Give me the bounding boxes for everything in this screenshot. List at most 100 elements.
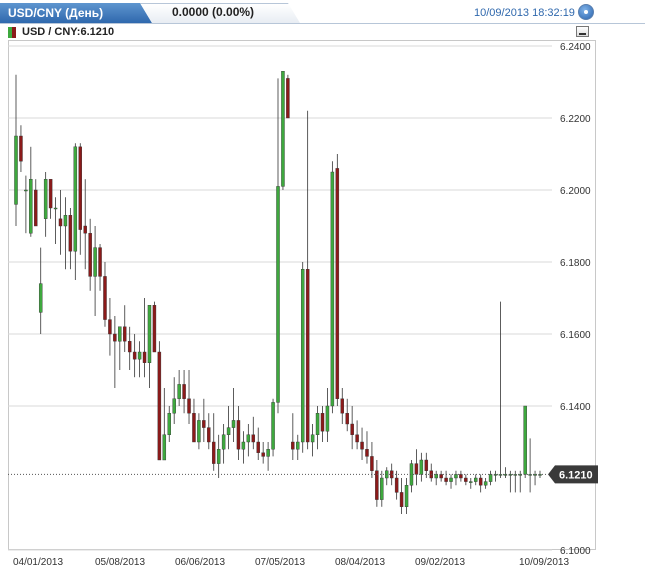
candle-body bbox=[231, 420, 236, 428]
candle-body bbox=[296, 441, 300, 450]
x-tick-label: 08/04/2013 bbox=[335, 557, 385, 568]
candle-body bbox=[152, 305, 157, 353]
candle-body bbox=[108, 319, 112, 335]
candle-body bbox=[454, 474, 458, 479]
candle-body bbox=[469, 481, 473, 483]
candles bbox=[8, 70, 548, 514]
candle-body bbox=[93, 247, 97, 277]
x-tick-label: 09/02/2013 bbox=[415, 557, 465, 568]
candle-body bbox=[73, 146, 78, 252]
candle-body bbox=[246, 434, 251, 443]
candle-body bbox=[192, 413, 196, 443]
y-tick-label: 6.1000 bbox=[560, 546, 591, 557]
candle-body bbox=[212, 441, 216, 464]
candle-body bbox=[24, 189, 28, 192]
candle-body bbox=[380, 477, 384, 500]
candle-body bbox=[350, 423, 354, 436]
candle-body bbox=[345, 413, 349, 425]
candle-body bbox=[315, 413, 320, 436]
candle-body bbox=[83, 225, 87, 234]
candle-body bbox=[113, 333, 117, 342]
candle-body bbox=[478, 477, 483, 486]
candle-body bbox=[370, 456, 374, 471]
candle-body bbox=[365, 449, 369, 457]
candle-body bbox=[266, 449, 270, 457]
y-tick-label: 6.1400 bbox=[560, 402, 591, 413]
candle-body bbox=[241, 441, 246, 450]
candle-body bbox=[271, 402, 275, 450]
candle-body bbox=[300, 269, 305, 443]
candle-body bbox=[14, 135, 18, 205]
candle-body bbox=[310, 434, 315, 443]
candle-body bbox=[202, 420, 206, 428]
candle-body bbox=[375, 470, 379, 500]
candle-body bbox=[474, 477, 478, 482]
candle-body bbox=[162, 434, 167, 461]
y-tick-label: 6.2200 bbox=[560, 114, 591, 125]
candle-body bbox=[187, 398, 191, 414]
candle-body bbox=[197, 420, 201, 443]
candle-body bbox=[330, 171, 335, 407]
candle-body bbox=[221, 434, 226, 450]
candle-body bbox=[286, 78, 290, 119]
candle-body bbox=[523, 405, 527, 475]
candle-body bbox=[424, 459, 429, 472]
candle-body bbox=[34, 189, 38, 227]
candle-body bbox=[335, 168, 340, 399]
y-tick-label: 6.1600 bbox=[560, 330, 591, 341]
candle-body bbox=[167, 413, 171, 436]
candle-body bbox=[464, 477, 468, 482]
candle-body bbox=[360, 441, 364, 450]
candle-body bbox=[281, 70, 285, 187]
candle-body bbox=[29, 178, 33, 234]
candle-body bbox=[325, 405, 330, 432]
candle-body bbox=[142, 351, 147, 364]
candle-body bbox=[157, 351, 162, 461]
candle-body bbox=[399, 492, 404, 507]
x-tick-label: 04/01/2013 bbox=[13, 557, 63, 568]
candle-body bbox=[434, 474, 438, 479]
candle-body bbox=[261, 452, 265, 457]
candle-body bbox=[88, 232, 92, 277]
candle-body bbox=[172, 398, 176, 414]
candle-body bbox=[419, 459, 424, 475]
candle-body bbox=[137, 351, 142, 360]
candle-body bbox=[444, 477, 448, 482]
candle-body bbox=[251, 434, 256, 443]
candle-body bbox=[459, 474, 463, 479]
candle-body bbox=[483, 481, 488, 486]
candle-body bbox=[68, 214, 73, 252]
candle-body bbox=[38, 283, 43, 313]
candle-body bbox=[404, 485, 409, 508]
candle-body bbox=[439, 474, 443, 479]
candle-body bbox=[177, 384, 181, 399]
candle-body bbox=[43, 178, 48, 219]
candle-body bbox=[78, 146, 82, 230]
candle-body bbox=[414, 463, 419, 475]
candle-body bbox=[320, 413, 325, 432]
y-tick-label: 6.2000 bbox=[560, 186, 591, 197]
candle-body bbox=[127, 341, 132, 353]
last-price-label: 6.1210 bbox=[559, 469, 593, 481]
candle-body bbox=[147, 305, 152, 364]
candlestick-chart: 6.2400 6.2200 6.2000 6.1800 6.1600 6.1400 6.10… bbox=[8, 42, 598, 568]
candle-body bbox=[98, 247, 102, 277]
candle-body bbox=[488, 474, 493, 482]
candle-body bbox=[53, 207, 58, 210]
candle-body bbox=[305, 269, 310, 443]
candle-body bbox=[207, 427, 211, 443]
x-tick-label: 10/09/2013 bbox=[519, 557, 569, 568]
candle-body bbox=[63, 214, 68, 227]
candle-body bbox=[236, 420, 241, 450]
candle-body bbox=[118, 326, 122, 342]
candle-body bbox=[182, 384, 186, 399]
candle-body bbox=[340, 398, 344, 414]
x-tick-label: 06/06/2013 bbox=[175, 557, 225, 568]
candle-body bbox=[103, 276, 107, 320]
candle-body bbox=[291, 441, 295, 450]
candle-body bbox=[19, 135, 23, 162]
candle-body bbox=[394, 477, 399, 493]
x-tick-label: 05/08/2013 bbox=[95, 557, 145, 568]
candle-body bbox=[58, 218, 63, 227]
candle-body bbox=[226, 427, 231, 436]
